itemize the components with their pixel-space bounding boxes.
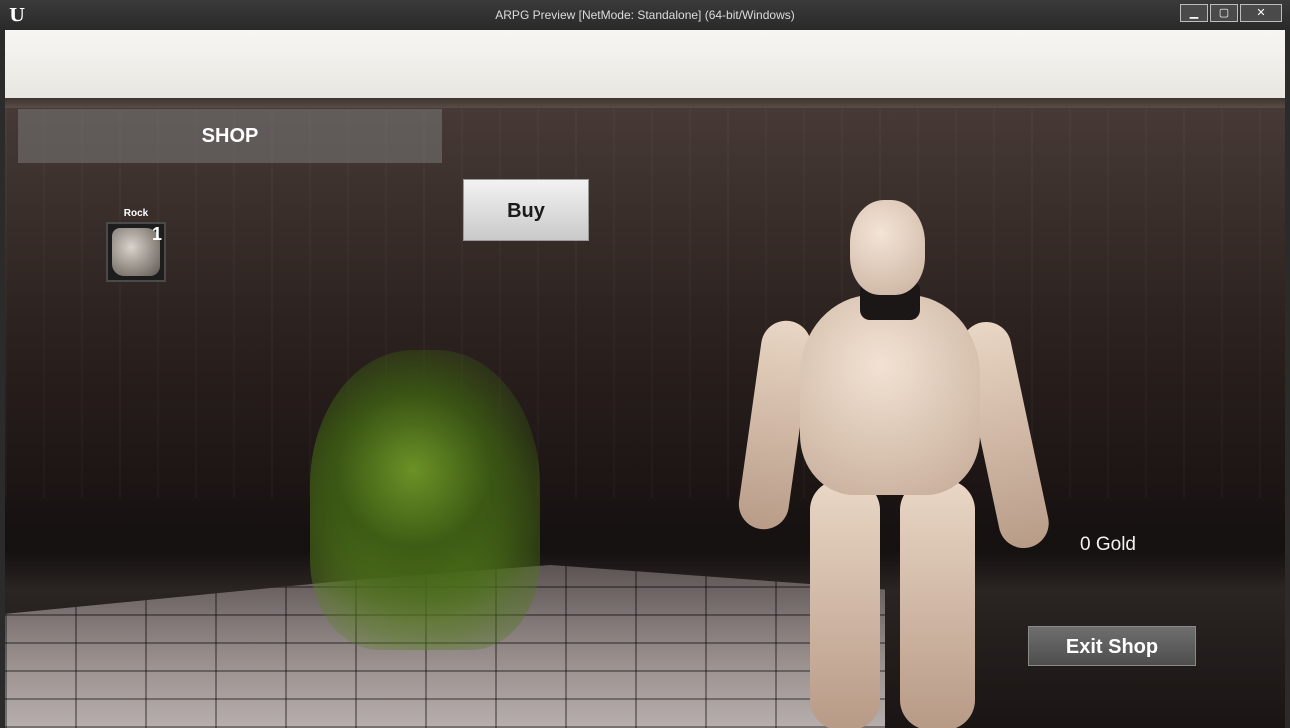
window-title: ARPG Preview [NetMode: Standalone] (64-b… bbox=[495, 8, 795, 22]
maximize-icon: ▢ bbox=[1218, 7, 1230, 19]
bush bbox=[310, 350, 540, 650]
close-button[interactable]: ✕ bbox=[1240, 4, 1282, 22]
game-window: U ARPG Preview [NetMode: Standalone] (64… bbox=[0, 0, 1290, 728]
buy-button[interactable]: Buy bbox=[463, 179, 589, 241]
window-controls: ▁ ▢ ✕ bbox=[1180, 4, 1282, 22]
mannequin-head bbox=[850, 200, 925, 295]
close-icon: ✕ bbox=[1256, 7, 1266, 19]
maximize-button[interactable]: ▢ bbox=[1210, 4, 1238, 22]
inventory-item-label: Rock bbox=[123, 208, 149, 219]
mannequin-left-leg bbox=[810, 480, 880, 728]
minimize-icon: ▁ bbox=[1189, 7, 1199, 19]
item-quantity: 1 bbox=[151, 224, 162, 244]
minimize-button[interactable]: ▁ bbox=[1180, 4, 1208, 22]
shop-title: SHOP bbox=[18, 109, 442, 163]
title-bar: U ARPG Preview [NetMode: Standalone] (64… bbox=[0, 0, 1290, 30]
sky bbox=[5, 30, 1285, 100]
player-mannequin bbox=[735, 200, 1054, 728]
roof-edge bbox=[5, 98, 1285, 108]
mannequin-right-leg bbox=[900, 480, 975, 728]
mannequin-torso bbox=[800, 295, 980, 495]
gold-counter: 0 Gold bbox=[1080, 534, 1136, 555]
inventory-slot-rock[interactable]: 1 bbox=[106, 222, 166, 282]
exit-shop-button[interactable]: Exit Shop bbox=[1028, 626, 1196, 666]
wooden-wall bbox=[5, 108, 1285, 498]
